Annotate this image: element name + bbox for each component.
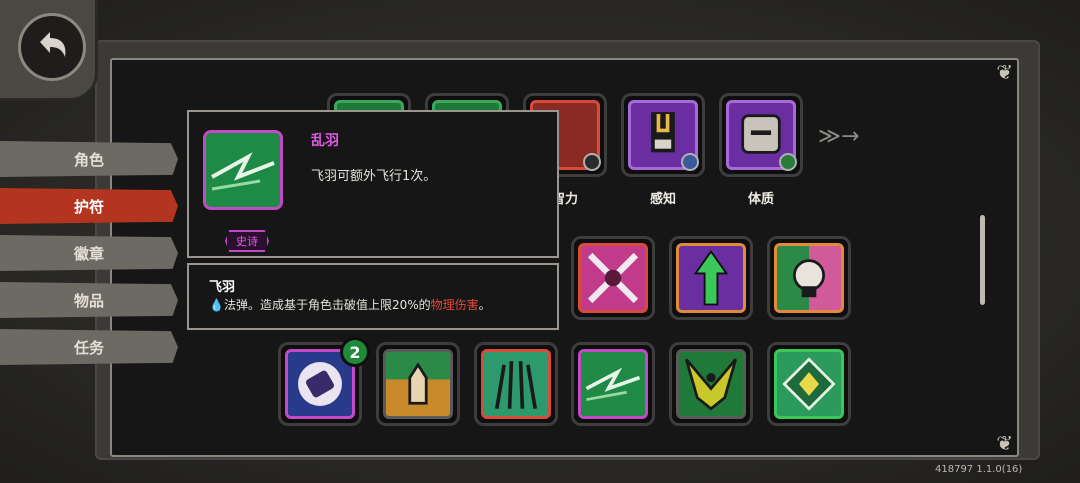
tab-items[interactable]: 物品 [0, 282, 178, 318]
spears-icon [494, 361, 538, 409]
rune-icon [782, 357, 836, 411]
charm-slot-rune[interactable] [767, 342, 851, 426]
scrollbar[interactable] [980, 215, 985, 305]
tab-quests[interactable]: 任务 [0, 329, 178, 365]
charm-slot-skull[interactable] [767, 236, 851, 320]
charm-slot-winged-crest[interactable] [669, 342, 753, 426]
charm-slot-totem[interactable] [376, 342, 460, 426]
tooltip-charm-name: 乱羽 [311, 133, 339, 149]
wind-slash-icon [211, 152, 275, 191]
tooltip-charm-icon [203, 130, 283, 210]
corner-ornament-icon: ❦ [996, 431, 1013, 455]
back-arrow-icon [40, 32, 66, 57]
wind-slash-icon [585, 367, 641, 401]
skill-tooltip: 飞羽 💧法弹。造成基于角色击破值上限20%的物理伤害。 [187, 263, 559, 330]
tooltip-charm-description: 飞羽可额外飞行1次。 [311, 169, 437, 184]
charm-slot-crossed-blades[interactable] [571, 236, 655, 320]
stat-label-constitution: 体质 [747, 192, 774, 207]
skull-icon [777, 246, 825, 310]
crossed-blades-icon [587, 252, 639, 304]
winged-crest-icon [684, 358, 738, 411]
charm-slot-wind-slash[interactable] [571, 342, 655, 426]
tab-charm[interactable]: 护符 [0, 188, 178, 224]
skill-name: 飞羽 [209, 280, 236, 295]
stat-label-perception: 感知 [649, 192, 676, 207]
back-button-container [0, 0, 98, 101]
intellect-badge-icon [583, 153, 601, 171]
tab-badge[interactable]: 徽章 [0, 235, 178, 271]
version-label: 418797 1.1.0(16) [935, 464, 1023, 475]
constitution-badge-icon [779, 153, 797, 171]
corner-ornament-icon: ❦ [996, 60, 1013, 84]
charm-tooltip: 乱羽 飞羽可额外飞行1次。 史诗 [187, 110, 559, 258]
arrow-up-icon [693, 249, 729, 306]
skill-description: 💧法弹。造成基于角色击破值上限20%的物理伤害。 [209, 298, 491, 312]
stat-slot-constitution[interactable] [719, 93, 803, 177]
stat-slot-perception[interactable] [621, 93, 705, 177]
charm-slot-spears[interactable] [474, 342, 558, 426]
totem-icon [386, 352, 450, 405]
charm-slot-arrow-up[interactable] [669, 236, 753, 320]
magic-drop-icon: 💧 [209, 298, 224, 312]
back-button[interactable] [18, 13, 86, 81]
scroll-icon [298, 362, 342, 406]
tab-character[interactable]: 角色 [0, 141, 178, 177]
perception-badge-icon [681, 153, 699, 171]
rarity-badge: 史诗 [225, 230, 269, 252]
charm-count-badge: 2 [340, 337, 370, 367]
next-arrow-icon[interactable]: ≫→ [818, 124, 859, 149]
